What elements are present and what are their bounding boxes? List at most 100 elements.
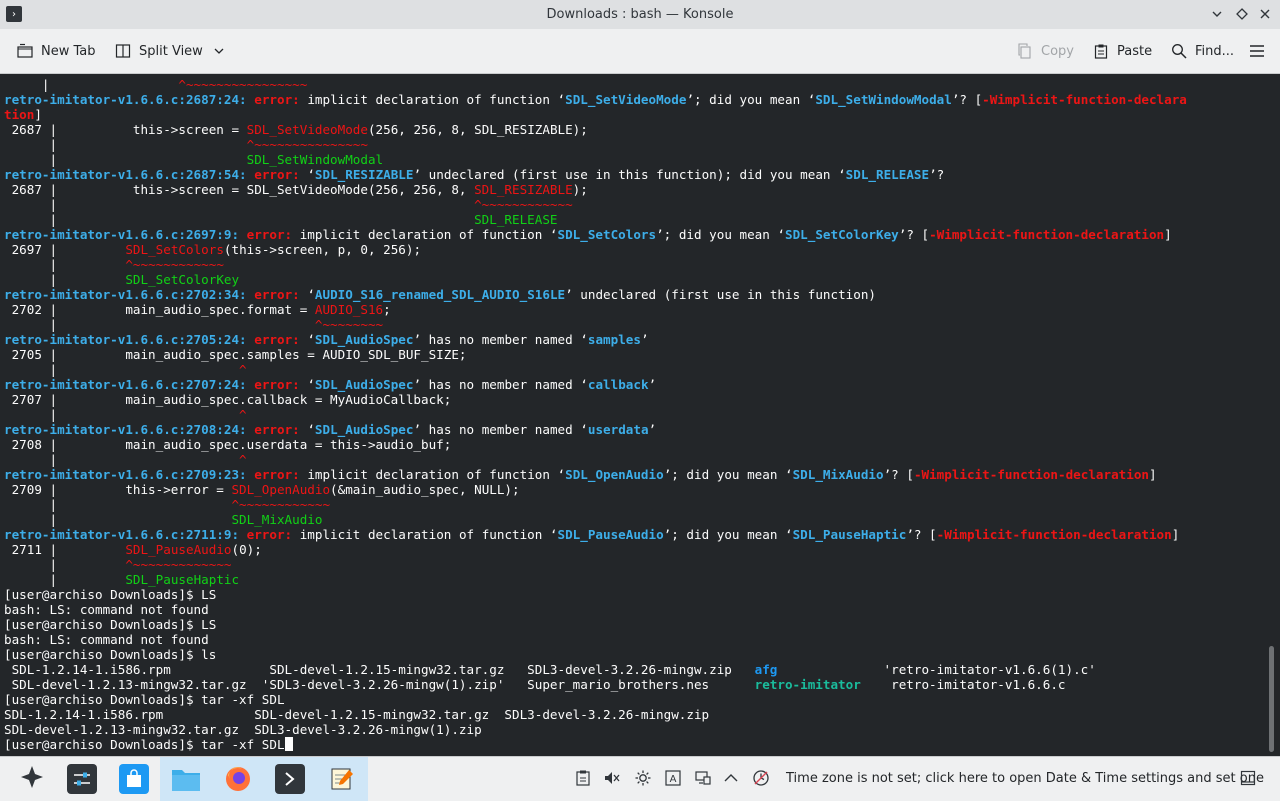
terminal-text: SDL_SetColors [557,227,657,242]
terminal-text: ^~~~~~~~~ [314,317,384,332]
terminal-text: [user@archiso Downloads]$ tar -xf SDL [4,692,285,707]
terminal-line: retro-imitator-v1.6.6.c:2687:54: error: … [4,167,1187,182]
find-button[interactable]: Find... [1164,36,1240,66]
terminal-text: SDL_MixAudio [792,467,884,482]
brightness-icon[interactable] [634,769,652,787]
terminal-line: 2687 | this->screen = SDL_SetVideoMode(2… [4,122,1187,137]
terminal-text: SDL_SetVideoMode [246,122,368,137]
terminal-view[interactable]: | ^~~~~~~~~~~~~~~~~ retro-imitator-v1.6.6… [0,74,1264,756]
terminal-text: AUDIO_S16_renamed_SDL_AUDIO_S16LE [314,287,566,302]
terminal-line: 2697 | SDL_SetColors(this->screen, p, 0,… [4,242,1187,257]
show-desktop-icon[interactable] [1239,769,1257,787]
terminal-text: ^~~~~~~~~~~~~ [125,257,224,272]
terminal-text: 2709 | this->error = [4,482,232,497]
terminal-text: -Wimplicit-function-declaration [913,467,1149,482]
terminal-text: SDL_PauseHaptic [792,527,907,542]
copy-label: Copy [1041,43,1074,59]
paste-button[interactable]: Paste [1086,36,1158,66]
maximize-icon[interactable] [1233,5,1251,23]
input-method-icon[interactable]: A [664,769,682,787]
new-tab-button[interactable]: New Tab [10,36,102,66]
terminal-text: retro-imitator-v1.6.6.c:2708:24: [4,422,247,437]
terminal-text: 2711 | [4,542,126,557]
terminal-text: ^~~~~~~~~~~~~~ [125,557,232,572]
terminal-line: tion] [4,107,1187,122]
terminal-text: | [4,317,315,332]
terminal-line: 2709 | this->error = SDL_OpenAudio(&main… [4,482,1187,497]
split-view-button[interactable]: Split View [108,36,234,66]
close-icon[interactable] [1256,5,1274,23]
terminal-line: | SDL_RELEASE [4,212,1187,227]
terminal-text: | [4,197,475,212]
terminal-text: | [4,212,475,227]
terminal-line: | ^ [4,407,1187,422]
copy-button[interactable]: Copy [1010,36,1080,66]
new-tab-label: New Tab [41,43,96,59]
display-config-icon[interactable] [694,769,712,787]
hamburger-menu-button[interactable] [1242,36,1272,66]
terminal-text: ’; did you mean ‘ [656,227,785,242]
terminal-text: | [4,362,240,377]
terminal-line: | SDL_PauseHaptic [4,572,1187,587]
search-icon [1170,42,1188,60]
terminal-text: retro-imitator-v1.6.6.c:2705:24: [4,332,247,347]
terminal-text: error: [254,167,300,182]
terminal-text: SDL_SetVideoMode [565,92,687,107]
terminal-text: ’ has no member named ‘ [413,422,588,437]
system-settings-task[interactable] [56,757,108,801]
svg-text:A: A [670,774,677,785]
application-launcher-button[interactable] [6,757,58,801]
terminal-text: ’ [648,422,657,437]
terminal-text: ’ has no member named ‘ [413,332,588,347]
kate-task[interactable] [316,757,368,801]
terminal-text: retro-imitator [754,677,861,692]
terminal-scrollbar[interactable] [1264,74,1280,756]
terminal-line: 2687 | this->screen = SDL_SetVideoMode(2… [4,182,1187,197]
chevron-up-icon[interactable] [722,769,740,787]
terminal-text: ‘ [299,167,315,182]
terminal-line: | ^ [4,452,1187,467]
terminal-line: 2711 | SDL_PauseAudio(0); [4,542,1187,557]
terminal-line: [user@archiso Downloads]$ ls [4,647,1187,662]
terminal-text: | [4,137,247,152]
clock-warning-icon[interactable] [752,769,770,787]
terminal-text: SDL_PauseAudio [125,542,232,557]
minimize-icon[interactable] [1208,5,1226,23]
dolphin-task[interactable] [160,757,212,801]
terminal-line: retro-imitator-v1.6.6.c:2705:24: error: … [4,332,1187,347]
terminal-line: 2707 | main_audio_spec.callback = MyAudi… [4,392,1187,407]
discover-task[interactable] [108,757,160,801]
store-bag-icon [119,764,149,794]
terminal-text: ‘ [299,332,315,347]
terminal-text: retro-imitator-v1.6.6.c:2707:24: [4,377,247,392]
terminal-text: | [4,407,240,422]
terminal-cursor [284,737,293,751]
volume-muted-icon[interactable] [603,769,621,787]
terminal-line: SDL-1.2.14-1.i586.rpm SDL-devel-1.2.15-m… [4,662,1187,677]
terminal-text: 2697 | [4,242,126,257]
terminal-text: [user@archiso Downloads]$ LS [4,587,217,602]
terminal-text: bash: LS: command not found [4,632,209,647]
clipboard-icon[interactable] [574,769,592,787]
terminal-text: userdata [587,422,649,437]
terminal-text: bash: LS: command not found [4,602,209,617]
terminal-text: SDL_OpenAudio [231,482,331,497]
timezone-notice[interactable]: Time zone is not set; click here to open… [786,771,1264,786]
konsole-icon[interactable]: › [6,6,22,22]
terminal-line: | ^~~~~~~~~~~~~ [4,497,1187,512]
firefox-task[interactable] [212,757,264,801]
scrollbar-thumb[interactable] [1269,646,1274,752]
terminal-text: ’ undeclared (first use in this function… [413,167,846,182]
terminal-line: | ^ [4,362,1187,377]
window-title: Downloads : bash — Konsole [546,7,734,22]
terminal-text: ‘ [299,377,315,392]
terminal-text: implicit declaration of function ‘ [292,527,558,542]
konsole-task[interactable] [264,757,316,801]
terminal-text: SDL_RELEASE [845,167,930,182]
find-label: Find... [1195,43,1235,59]
terminal-text: SDL_SetColorKey [785,227,899,242]
terminal-text: ’ has no member named ‘ [413,377,588,392]
terminal-text: retro-imitator-v1.6.6.c [860,677,1066,692]
